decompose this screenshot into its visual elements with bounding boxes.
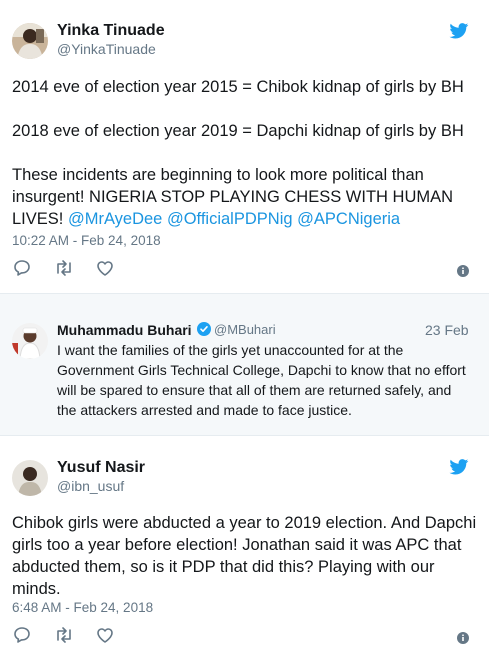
mention-link[interactable]: @MrAyeDee — [68, 210, 162, 228]
tweet-paragraph: 2018 eve of election year 2019 = Dapchi … — [12, 122, 464, 140]
tweet-card-1: Yinka Tinuade @YinkaTinuade 2014 eve of … — [0, 0, 489, 294]
author-handle[interactable]: @YinkaTinuade — [57, 41, 156, 57]
tweet-timestamp[interactable]: 6:48 AM - Feb 24, 2018 — [12, 600, 153, 615]
author-name[interactable]: Yusuf Nasir — [57, 459, 145, 477]
retweet-icon[interactable] — [53, 258, 75, 278]
quoted-tweet[interactable]: Muhammadu Buhari @MBuhari 23 Feb I want … — [0, 294, 489, 436]
quoted-date[interactable]: 23 Feb — [425, 322, 469, 338]
author-handle[interactable]: @ibn_usuf — [57, 478, 124, 494]
twitter-bird-icon[interactable] — [449, 459, 469, 475]
twitter-bird-icon[interactable] — [449, 23, 469, 39]
quoted-text: I want the families of the girls yet una… — [57, 342, 466, 418]
info-icon[interactable] — [457, 265, 469, 277]
avatar[interactable] — [12, 23, 48, 59]
tweet-text: Chibok girls were abducted a year to 201… — [12, 514, 477, 598]
author-name[interactable]: Muhammadu Buhari — [57, 322, 192, 338]
tweet-paragraph: 2014 eve of election year 2015 = Chibok … — [12, 78, 464, 96]
like-icon[interactable] — [95, 625, 115, 645]
tweet-paragraph: These incidents are beginning to look mo… — [12, 164, 478, 230]
mention-link[interactable]: @APCNigeria — [297, 210, 400, 228]
author-name[interactable]: Yinka Tinuade — [57, 22, 165, 40]
avatar[interactable] — [12, 460, 48, 496]
info-icon[interactable] — [457, 632, 469, 644]
mention-link[interactable]: @OfficialPDPNig — [167, 210, 293, 228]
author-handle[interactable]: @MBuhari — [214, 322, 276, 337]
tweet-timestamp[interactable]: 10:22 AM - Feb 24, 2018 — [12, 233, 161, 248]
reply-icon[interactable] — [12, 625, 32, 645]
retweet-icon[interactable] — [53, 625, 75, 645]
tweet-actions — [12, 258, 478, 278]
avatar[interactable] — [12, 323, 48, 359]
tweet-text: 2014 eve of election year 2015 = Chibok … — [12, 76, 478, 230]
tweet-actions — [12, 625, 478, 645]
tweet-card-2: Yusuf Nasir @ibn_usuf Chibok girls were … — [0, 436, 489, 656]
like-icon[interactable] — [95, 258, 115, 278]
verified-badge-icon — [197, 322, 211, 336]
reply-icon[interactable] — [12, 258, 32, 278]
